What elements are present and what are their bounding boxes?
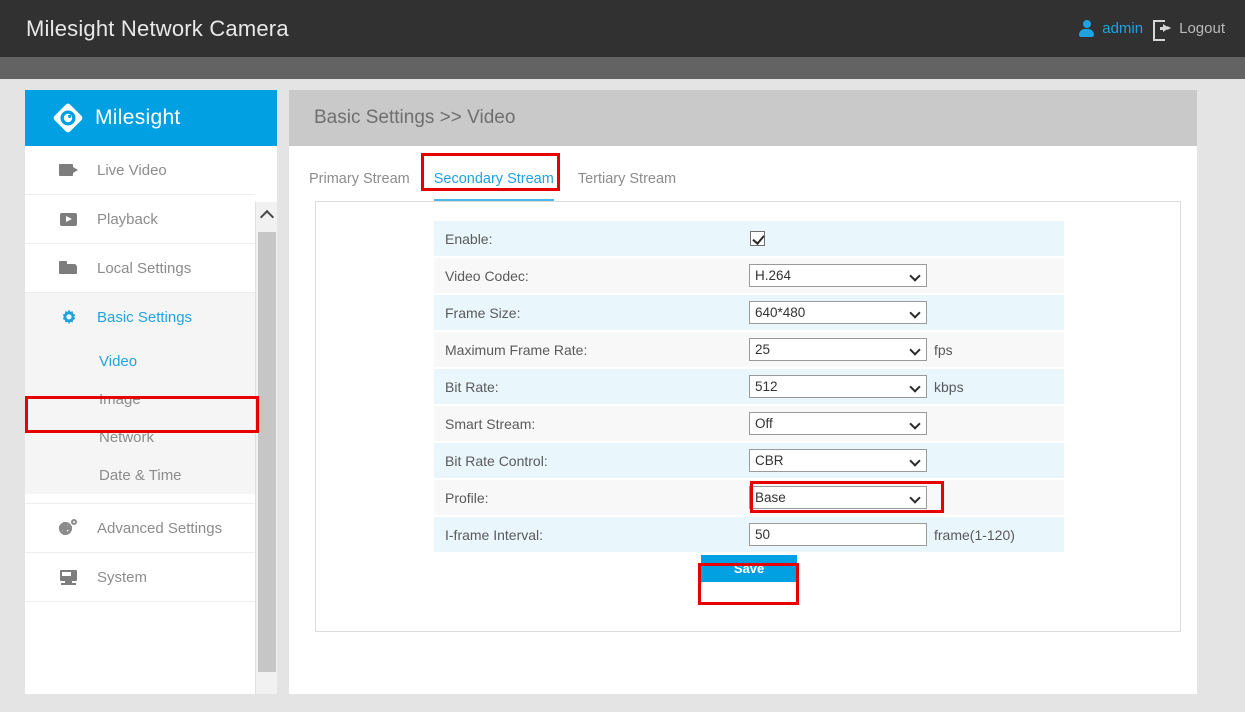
gears-icon bbox=[58, 518, 79, 538]
field-label: Frame Size: bbox=[445, 304, 521, 321]
form-row-enable: Enable: bbox=[434, 221, 1064, 258]
video-camera-icon bbox=[59, 160, 79, 180]
profile-select[interactable]: Base bbox=[749, 486, 927, 509]
sidebar-subitem-date-time[interactable]: Date & Time bbox=[25, 456, 255, 494]
breadcrumb: Basic Settings >> Video bbox=[314, 107, 516, 128]
sidebar-scrollbar[interactable] bbox=[255, 202, 277, 694]
sidebar-item-label: Local Settings bbox=[97, 259, 192, 277]
field-label: Bit Rate: bbox=[445, 378, 499, 395]
sidebar-item-local-settings[interactable]: Local Settings bbox=[25, 244, 255, 293]
bit-rate-select[interactable]: 512 bbox=[749, 375, 927, 398]
form-row-profile: Profile: Base bbox=[434, 480, 1064, 517]
brand-name: Milesight bbox=[95, 106, 181, 129]
enable-checkbox[interactable] bbox=[750, 231, 765, 246]
iframe-interval-input[interactable] bbox=[749, 523, 927, 546]
sidebar-subitem-label: Video bbox=[99, 352, 138, 370]
gear-icon bbox=[59, 308, 79, 328]
form-row-bit-rate: Bit Rate: 512 kbps bbox=[434, 369, 1064, 406]
sidebar-item-label: Basic Settings bbox=[97, 309, 193, 326]
tab-secondary-stream[interactable]: Secondary Stream bbox=[422, 164, 566, 202]
form-row-iframe-interval: I-frame Interval: frame(1-120) bbox=[434, 517, 1064, 554]
sidebar: Milesight Live Video Playback Local Sett… bbox=[25, 90, 277, 694]
sidebar-subitem-image[interactable]: Image bbox=[25, 380, 255, 418]
frame-size-select[interactable]: 640*480 bbox=[749, 301, 927, 324]
scrollbar-thumb[interactable] bbox=[258, 232, 276, 672]
form-row-max-frame-rate: Maximum Frame Rate: 25 fps bbox=[434, 332, 1064, 369]
sidebar-submenu: Video Image Network Date & Time bbox=[25, 342, 262, 504]
header-actions: admin Logout bbox=[1078, 20, 1225, 41]
video-codec-select[interactable]: H.264 bbox=[749, 264, 927, 287]
sidebar-item-advanced-settings[interactable]: Advanced Settings bbox=[25, 504, 255, 553]
sidebar-item-label: Playback bbox=[97, 210, 158, 228]
sidebar-subitem-network[interactable]: Network bbox=[25, 418, 255, 456]
sidebar-item-label: System bbox=[97, 568, 148, 586]
stream-tabs: Primary Stream Secondary Stream Tertiary… bbox=[289, 146, 1197, 202]
play-box-icon bbox=[59, 209, 79, 229]
field-label: Maximum Frame Rate: bbox=[445, 341, 588, 358]
chevron-up-icon[interactable] bbox=[256, 202, 277, 228]
form-row-video-codec: Video Codec: H.264 bbox=[434, 258, 1064, 295]
header-subbar bbox=[0, 57, 1245, 79]
form-row-frame-size: Frame Size: 640*480 bbox=[434, 295, 1064, 332]
smart-stream-select[interactable]: Off bbox=[749, 412, 927, 435]
sidebar-item-label: Live Video bbox=[97, 161, 167, 179]
sidebar-item-live-video[interactable]: Live Video bbox=[25, 146, 255, 195]
sidebar-item-system[interactable]: System bbox=[25, 553, 255, 602]
sidebar-subitem-label: Date & Time bbox=[99, 466, 182, 484]
settings-panel: Enable: Video Codec: H.264 Frame Size: 6… bbox=[315, 201, 1181, 632]
field-label: Smart Stream: bbox=[445, 415, 536, 432]
app-title: Milesight Network Camera bbox=[26, 15, 289, 41]
bit-rate-control-select[interactable]: CBR bbox=[749, 449, 927, 472]
video-settings-form: Enable: Video Codec: H.264 Frame Size: 6… bbox=[434, 221, 1064, 554]
tab-label: Secondary Stream bbox=[433, 171, 554, 187]
sidebar-subitem-label: Image bbox=[99, 390, 141, 408]
logout-icon bbox=[1153, 20, 1172, 41]
app-header: Milesight Network Camera admin Logout bbox=[0, 0, 1245, 57]
sidebar-menu: Live Video Playback Local Settings Basic… bbox=[25, 146, 277, 694]
brand-logo: Milesight bbox=[25, 90, 277, 146]
folder-icon bbox=[59, 258, 79, 278]
field-label: Enable: bbox=[445, 230, 493, 247]
unit-label: fps bbox=[934, 341, 953, 358]
save-button[interactable]: Save bbox=[701, 555, 797, 582]
tab-primary-stream[interactable]: Primary Stream bbox=[297, 164, 422, 194]
form-row-smart-stream: Smart Stream: Off bbox=[434, 406, 1064, 443]
logout-button[interactable]: Logout bbox=[1153, 20, 1225, 41]
sidebar-item-basic-settings[interactable]: Basic Settings bbox=[25, 293, 255, 342]
save-row: Save bbox=[434, 555, 1064, 582]
form-row-bit-rate-control: Bit Rate Control: CBR bbox=[434, 443, 1064, 480]
camera-web-ui: Milesight Network Camera admin Logout Mi… bbox=[0, 0, 1245, 712]
tab-tertiary-stream[interactable]: Tertiary Stream bbox=[566, 164, 688, 194]
sidebar-item-label: Advanced Settings bbox=[97, 519, 223, 537]
milesight-diamond-logo-icon bbox=[51, 101, 85, 135]
sidebar-item-playback[interactable]: Playback bbox=[25, 195, 255, 244]
field-label: I-frame Interval: bbox=[445, 526, 544, 543]
logout-label: Logout bbox=[1179, 20, 1225, 37]
tab-label: Tertiary Stream bbox=[577, 171, 677, 187]
user-name: admin bbox=[1102, 20, 1144, 37]
sidebar-subitem-label: Network bbox=[99, 428, 155, 446]
field-label: Profile: bbox=[445, 489, 489, 506]
max-frame-rate-select[interactable]: 25 bbox=[749, 338, 927, 361]
tab-label: Primary Stream bbox=[309, 171, 410, 187]
unit-label: kbps bbox=[934, 378, 964, 395]
unit-label: frame(1-120) bbox=[934, 526, 1015, 543]
content-area: Basic Settings >> Video Primary Stream S… bbox=[289, 90, 1197, 694]
sidebar-subitem-video[interactable]: Video bbox=[25, 342, 262, 380]
field-label: Bit Rate Control: bbox=[445, 452, 548, 469]
breadcrumb-bar: Basic Settings >> Video bbox=[289, 90, 1197, 146]
user-chip[interactable]: admin bbox=[1078, 20, 1143, 37]
field-label: Video Codec: bbox=[445, 267, 529, 284]
monitor-icon bbox=[59, 567, 79, 587]
person-icon bbox=[1078, 20, 1095, 37]
